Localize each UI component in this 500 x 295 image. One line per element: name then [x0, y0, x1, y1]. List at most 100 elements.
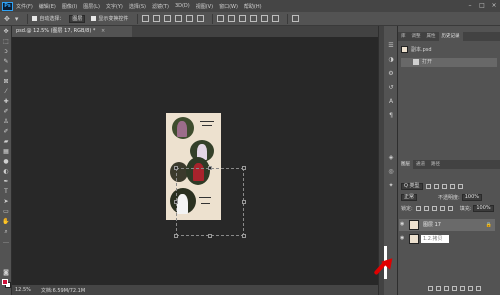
- filter-adjustment-icon[interactable]: [433, 184, 439, 189]
- document-tab[interactable]: psd.@ 12.5% (图层 17, RGB/8) * ×: [12, 26, 132, 37]
- menu-file[interactable]: 文件(F): [16, 3, 33, 10]
- eraser-icon[interactable]: ▰: [2, 138, 10, 145]
- close-tab-icon[interactable]: ×: [101, 28, 105, 34]
- history-brush-icon[interactable]: ✐: [2, 128, 10, 135]
- adjustments-icon[interactable]: ◑: [387, 56, 395, 64]
- link-layers-icon[interactable]: [428, 286, 433, 291]
- path-select-icon[interactable]: ➤: [2, 198, 10, 205]
- zoom-level[interactable]: 12.5%: [15, 287, 31, 293]
- type-icon[interactable]: T: [2, 188, 10, 195]
- align-bottom-icon[interactable]: [164, 15, 172, 22]
- minimize-icon[interactable]: –: [466, 2, 474, 10]
- quick-mask-icon[interactable]: ◙: [2, 269, 10, 276]
- menu-layer[interactable]: 图层(L): [83, 3, 100, 10]
- show-transform-checkbox[interactable]: [91, 16, 97, 21]
- layer-style-icon[interactable]: [436, 286, 441, 291]
- menu-3d[interactable]: 3D(D): [175, 3, 190, 9]
- character-icon[interactable]: A: [387, 98, 395, 106]
- lock-pixels-icon[interactable]: [423, 206, 429, 211]
- transform-handle[interactable]: [242, 234, 246, 238]
- add-mask-icon[interactable]: [444, 286, 449, 291]
- distribute-hcenter-icon[interactable]: [261, 15, 269, 22]
- transform-handle[interactable]: [174, 234, 178, 238]
- menu-edit[interactable]: 编辑(E): [39, 3, 56, 10]
- eye-icon[interactable]: ◉: [400, 222, 406, 227]
- auto-select-checkbox[interactable]: [32, 16, 38, 21]
- layers-icon[interactable]: ◈: [387, 154, 395, 162]
- properties-icon[interactable]: ⚙: [387, 70, 395, 78]
- transform-handle[interactable]: [242, 166, 246, 170]
- maximize-icon[interactable]: □: [478, 2, 486, 10]
- chevron-down-icon[interactable]: ▾: [15, 15, 19, 23]
- foreground-color-swatch[interactable]: [2, 279, 8, 285]
- transform-handle[interactable]: [174, 166, 178, 170]
- distribute-left-icon[interactable]: [250, 15, 258, 22]
- filter-type-icon[interactable]: [441, 184, 447, 189]
- layer-row[interactable]: ◉ 图层 17 🔒: [399, 219, 495, 231]
- adjustment-layer-icon[interactable]: [452, 286, 457, 291]
- menu-view[interactable]: 视图(V): [196, 3, 213, 10]
- libraries-icon[interactable]: ☰: [387, 42, 395, 50]
- distribute-vcenter-icon[interactable]: [228, 15, 236, 22]
- new-group-icon[interactable]: [460, 286, 465, 291]
- tab-properties[interactable]: 属性: [424, 32, 439, 41]
- healing-brush-icon[interactable]: ✚: [2, 98, 10, 105]
- tab-libraries[interactable]: 库: [398, 32, 409, 41]
- hand-icon[interactable]: ✋: [2, 218, 10, 225]
- eyedropper-icon[interactable]: ⁄: [2, 88, 10, 95]
- layer-filter-dropdown[interactable]: Q 类型: [401, 183, 423, 190]
- rectangle-icon[interactable]: ▭: [2, 208, 10, 215]
- tab-adjustments[interactable]: 调整: [409, 32, 424, 41]
- crop-icon[interactable]: ⌗: [2, 68, 10, 75]
- filter-shape-icon[interactable]: [449, 184, 455, 189]
- transform-handle[interactable]: [242, 200, 246, 204]
- delete-layer-icon[interactable]: [476, 286, 481, 291]
- auto-select-dropdown[interactable]: 图层: [69, 14, 86, 23]
- align-top-icon[interactable]: [142, 15, 150, 22]
- history-step[interactable]: 打开: [401, 58, 497, 67]
- lock-transparency-icon[interactable]: [415, 206, 421, 211]
- transform-bounding-box[interactable]: [176, 168, 244, 236]
- filter-smart-object-icon[interactable]: [457, 184, 463, 189]
- frame-icon[interactable]: ⊠: [2, 78, 10, 85]
- filter-pixel-icon[interactable]: [425, 184, 431, 189]
- lock-all-icon[interactable]: [447, 206, 453, 211]
- auto-align-icon[interactable]: [292, 15, 300, 22]
- blur-icon[interactable]: ●: [2, 158, 10, 165]
- distribute-bottom-icon[interactable]: [239, 15, 247, 22]
- zoom-icon[interactable]: ⌕: [2, 228, 10, 235]
- marquee-icon[interactable]: ⬚: [2, 38, 10, 45]
- dodge-icon[interactable]: ◐: [2, 168, 10, 175]
- fill-input[interactable]: 100%: [473, 205, 494, 212]
- tab-history[interactable]: 历史记录: [438, 32, 463, 41]
- lock-position-icon[interactable]: [431, 206, 437, 211]
- tab-paths[interactable]: 路径: [428, 160, 443, 169]
- clone-stamp-icon[interactable]: ♙: [2, 118, 10, 125]
- menu-window[interactable]: 窗口(W): [219, 3, 238, 10]
- align-hcenter-icon[interactable]: [186, 15, 194, 22]
- quick-select-icon[interactable]: ✎: [2, 58, 10, 65]
- align-right-icon[interactable]: [197, 15, 205, 22]
- move-tool-icon[interactable]: ✥: [4, 15, 10, 23]
- tab-layers[interactable]: 图层: [398, 160, 413, 169]
- distribute-top-icon[interactable]: [217, 15, 225, 22]
- transform-handle[interactable]: [208, 166, 212, 170]
- blend-mode-dropdown[interactable]: 正常: [401, 194, 418, 201]
- lasso-icon[interactable]: ↄ: [2, 48, 10, 55]
- close-window-icon[interactable]: ×: [490, 2, 498, 10]
- paths-icon[interactable]: ✦: [387, 182, 395, 190]
- lock-artboard-icon[interactable]: [439, 206, 445, 211]
- align-vcenter-icon[interactable]: [153, 15, 161, 22]
- more-tools-icon[interactable]: …: [2, 238, 10, 245]
- menu-filter[interactable]: 滤镜(T): [152, 3, 169, 10]
- move-icon[interactable]: ✥: [2, 28, 10, 35]
- menu-help[interactable]: 帮助(H): [244, 3, 262, 10]
- align-left-icon[interactable]: [175, 15, 183, 22]
- eye-icon[interactable]: ◉: [400, 236, 406, 241]
- history-icon[interactable]: ↺: [387, 84, 395, 92]
- menu-select[interactable]: 选择(S): [129, 3, 146, 10]
- history-snapshot[interactable]: 副本.psd: [401, 46, 497, 55]
- opacity-input[interactable]: 100%: [461, 194, 482, 201]
- distribute-right-icon[interactable]: [272, 15, 280, 22]
- menu-type[interactable]: 文字(Y): [106, 3, 123, 10]
